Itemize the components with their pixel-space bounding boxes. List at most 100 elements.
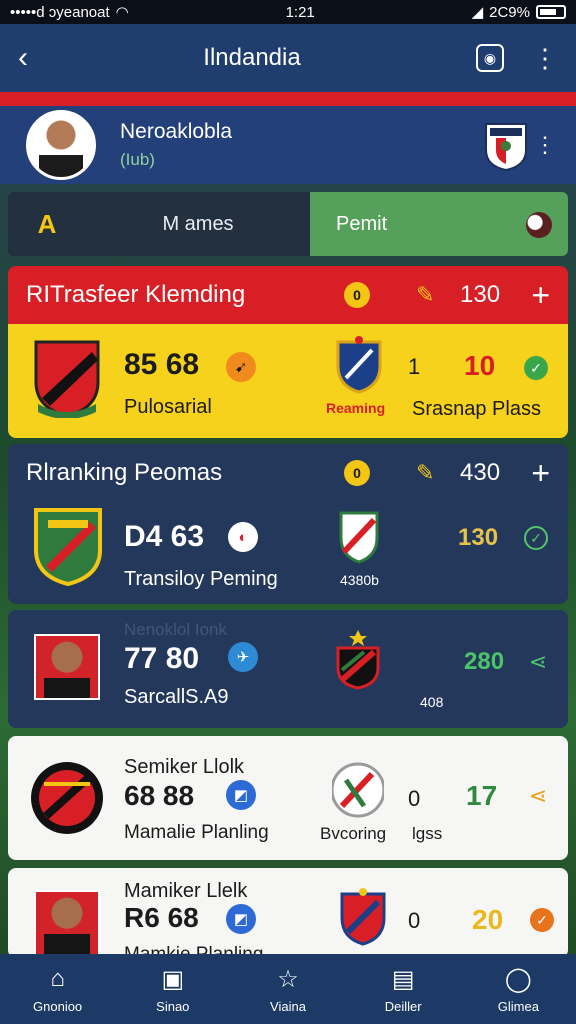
card-label: Mamalie Planling bbox=[124, 822, 269, 843]
tactics-icon: ☆ bbox=[277, 965, 299, 993]
avatar[interactable] bbox=[26, 110, 96, 180]
badge-icon: ➹ bbox=[226, 352, 256, 382]
card-score: 20 bbox=[472, 904, 504, 935]
tab-a[interactable]: A bbox=[8, 192, 86, 256]
back-icon[interactable]: ‹ bbox=[18, 41, 28, 75]
share-icon[interactable]: ⋖ bbox=[526, 783, 550, 808]
badge-icon: ◩ bbox=[226, 904, 256, 934]
nav-item-document[interactable]: ▤ Deiller bbox=[358, 965, 448, 1014]
top-app-bar: ‹ Ilndandia ◉ ⋮ bbox=[0, 24, 576, 92]
wifi-icon: ◠ bbox=[115, 4, 129, 21]
share-icon[interactable]: ⋖ bbox=[526, 649, 550, 674]
card-title: RITrasfeer Klemding bbox=[26, 281, 246, 308]
opponent-label: Reaming bbox=[326, 400, 386, 416]
nav-item-home[interactable]: ⌂ Gnonioo bbox=[13, 965, 103, 1014]
card-title: Mamiker Llelk bbox=[124, 880, 248, 902]
club-crest-icon bbox=[485, 123, 527, 172]
player-portrait bbox=[34, 890, 100, 956]
opponent-crest-icon bbox=[340, 888, 386, 946]
card-count: 130 bbox=[460, 281, 501, 308]
tab-permit-label: Pemit bbox=[336, 212, 388, 235]
club-crest-icon bbox=[34, 340, 100, 418]
coin-icon: 0 bbox=[344, 460, 370, 486]
nav-label: Glimea bbox=[497, 998, 539, 1014]
nav-item-tactics[interactable]: ☆ Viaina bbox=[243, 965, 333, 1014]
badge-icon: ◐ bbox=[228, 522, 258, 552]
club-crest-icon bbox=[31, 762, 103, 834]
player-rating: 85 68 bbox=[124, 348, 200, 381]
bottom-navigation: ⌂ Gnonioo ▣ Sinao ☆ Viaina ▤ Deiller ◯ G… bbox=[0, 954, 576, 1024]
club-more-icon[interactable]: ⋮ bbox=[534, 132, 556, 158]
card-title: Semiker Llolk bbox=[124, 756, 245, 778]
card-stat: 1 bbox=[408, 354, 421, 379]
chat-icon[interactable]: ◉ bbox=[475, 44, 504, 72]
whistle-icon: ✎ bbox=[416, 282, 435, 307]
tab-names[interactable]: M ames bbox=[86, 192, 310, 256]
card-score: 130 bbox=[458, 524, 499, 551]
ball-icon bbox=[526, 212, 552, 238]
nav-item-profile[interactable]: ◯ Glimea bbox=[473, 965, 563, 1014]
nav-label: Sinao bbox=[156, 998, 190, 1014]
nav-label: Gnonioo bbox=[33, 998, 83, 1014]
opponent-label: 408 bbox=[420, 694, 444, 710]
player-card[interactable]: Mamiker Llelk R6 68 ◩ Mamkie Planling 0 … bbox=[8, 868, 568, 958]
player-rating: D4 63 bbox=[124, 520, 205, 553]
card-stat: 0 bbox=[408, 908, 421, 933]
player-rating: 68 88 bbox=[124, 780, 195, 811]
squad-icon: ▣ bbox=[161, 965, 185, 993]
card-score: 10 bbox=[464, 350, 496, 381]
coin-icon: 0 bbox=[344, 282, 370, 308]
opponent-crest-icon bbox=[336, 630, 380, 690]
card-score: 17 bbox=[466, 780, 498, 811]
club-subtitle: (Iub) bbox=[120, 150, 155, 169]
player-card[interactable]: Nenoklol Ionk 77 80 ✈ SarcallS.A9 408 28… bbox=[8, 610, 568, 728]
club-crest-icon bbox=[34, 508, 102, 586]
card-label: Pulosarial bbox=[124, 396, 212, 418]
add-icon[interactable]: + bbox=[531, 277, 550, 314]
more-vertical-icon[interactable]: ⋮ bbox=[532, 43, 558, 74]
status-bar: •••••d ɔyeanoat ◠ 1:21 ◢ 2C9% bbox=[0, 0, 576, 24]
opponent-crest-icon bbox=[339, 511, 379, 564]
badge-icon: ◩ bbox=[226, 780, 256, 810]
card-title: Rlranking Peomas bbox=[26, 459, 223, 486]
battery-percent: 2C9% bbox=[489, 3, 530, 21]
nav-label: Viaina bbox=[270, 998, 306, 1014]
nav-label: Deiller bbox=[384, 998, 422, 1014]
whistle-icon: ✎ bbox=[416, 460, 435, 485]
card-score: 280 bbox=[464, 648, 505, 675]
player-card[interactable]: Semiker Llolk 68 88 ◩ Mamalie Planling B… bbox=[8, 736, 568, 860]
signal-icon: ◢ bbox=[471, 4, 484, 21]
club-name: Neroaklobla bbox=[120, 120, 233, 143]
page-title: Ilndandia bbox=[203, 44, 301, 71]
card-label: SarcallS.A9 bbox=[124, 686, 229, 708]
document-icon: ▤ bbox=[391, 965, 415, 993]
card-label: Transiloy Peming bbox=[124, 568, 278, 590]
opponent-label: 4380b bbox=[340, 572, 379, 588]
opponent-crest-icon bbox=[332, 762, 384, 818]
club-header: Neroaklobla (Iub) ⋮ bbox=[0, 92, 576, 184]
transfer-card[interactable]: RITrasfeer Klemding 0 ✎ 130 + 85 68 ➹ Pu… bbox=[8, 266, 568, 438]
add-icon[interactable]: + bbox=[531, 455, 550, 492]
nav-item-squad[interactable]: ▣ Sinao bbox=[128, 965, 218, 1014]
tab-permit[interactable]: Pemit bbox=[310, 192, 568, 256]
tab-bar: A M ames Pemit bbox=[8, 192, 568, 256]
card-stat: 0 bbox=[408, 786, 421, 811]
card-right-label: lgss bbox=[412, 824, 443, 843]
clock: 1:21 bbox=[285, 3, 315, 21]
card-count: 430 bbox=[460, 459, 501, 486]
badge-icon: ✈ bbox=[228, 642, 258, 672]
profile-icon: ◯ bbox=[504, 965, 532, 993]
ranking-card[interactable]: Rlranking Peomas 0 ✎ 430 + D4 63 ◐ Trans… bbox=[8, 444, 568, 604]
check-icon[interactable]: ✓ bbox=[524, 526, 548, 550]
player-rating: R6 68 bbox=[124, 902, 199, 933]
faded-title: Nenoklol Ionk bbox=[124, 620, 228, 639]
opponent-label: Bvcoring bbox=[320, 824, 387, 843]
battery-icon bbox=[535, 5, 566, 19]
carrier-text: •••••d ɔyeanoat bbox=[10, 3, 110, 21]
check-icon[interactable]: ✓ bbox=[530, 908, 554, 932]
player-rating: 77 80 bbox=[124, 642, 200, 675]
opponent-crest-icon bbox=[336, 336, 382, 394]
player-portrait bbox=[34, 634, 100, 700]
home-icon: ⌂ bbox=[50, 964, 65, 992]
check-icon[interactable]: ✓ bbox=[524, 356, 548, 380]
